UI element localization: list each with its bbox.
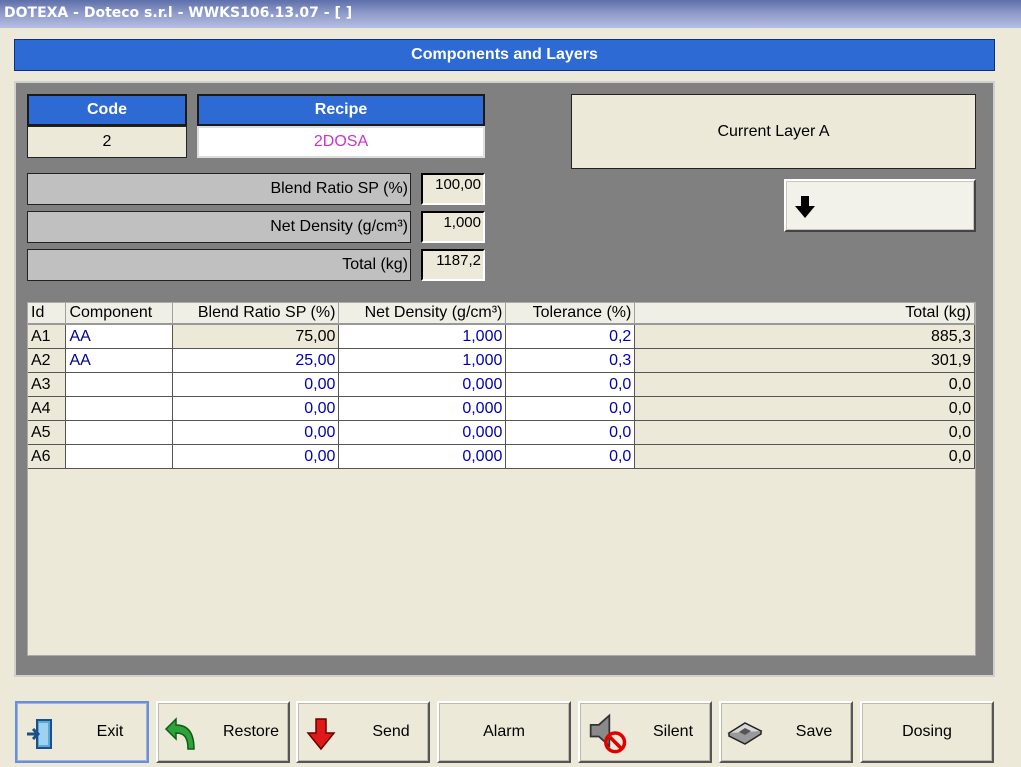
cell-net-density[interactable]: 0,000: [338, 396, 507, 421]
dosing-button[interactable]: Dosing: [860, 701, 994, 763]
total-label: Total (kg): [27, 249, 411, 281]
cell-blend-ratio[interactable]: 0,00: [172, 396, 340, 421]
save-button[interactable]: Save: [719, 701, 853, 763]
cell-tolerance[interactable]: 0,3: [505, 348, 636, 373]
alarm-button[interactable]: Alarm: [437, 701, 571, 763]
silent-label: Silent: [652, 723, 694, 740]
cell-total: 0,0: [634, 444, 975, 469]
cell-component[interactable]: AA: [65, 324, 174, 349]
disk-icon: [727, 722, 763, 745]
table-row[interactable]: A4 0,00 0,000 0,0 0,0: [28, 396, 975, 421]
cell-total: 885,3: [634, 324, 975, 349]
cell-component[interactable]: [65, 444, 174, 469]
blend-ratio-value[interactable]: 100,00: [421, 173, 485, 205]
col-header-total[interactable]: Total (kg): [634, 303, 975, 325]
send-button[interactable]: Send: [296, 701, 430, 763]
cell-id: A6: [28, 444, 67, 469]
cell-component[interactable]: [65, 372, 174, 397]
cell-blend-ratio[interactable]: 75,00: [172, 324, 340, 349]
arrow-down-icon: [795, 196, 815, 218]
cell-component[interactable]: [65, 420, 174, 445]
cell-net-density[interactable]: 1,000: [338, 348, 507, 373]
restore-button[interactable]: Restore: [156, 701, 290, 763]
cell-net-density[interactable]: 0,000: [338, 444, 507, 469]
total-value[interactable]: 1187,2: [421, 249, 485, 281]
cell-id: A2: [28, 348, 67, 373]
cell-tolerance[interactable]: 0,0: [505, 420, 636, 445]
speaker-muted-icon: [589, 713, 627, 754]
code-header: Code: [27, 94, 187, 126]
cell-id: A3: [28, 372, 67, 397]
cell-blend-ratio[interactable]: 0,00: [172, 420, 340, 445]
table-row[interactable]: A1 AA 75,00 1,000 0,2 885,3: [28, 324, 975, 349]
current-layer-display: Current Layer A: [571, 94, 976, 169]
cell-blend-ratio[interactable]: 0,00: [172, 444, 340, 469]
cell-id: A5: [28, 420, 67, 445]
col-header-id[interactable]: Id: [28, 303, 67, 325]
cell-component[interactable]: [65, 396, 174, 421]
table-row[interactable]: A2 AA 25,00 1,000 0,3 301,9: [28, 348, 975, 373]
silent-button[interactable]: Silent: [578, 701, 712, 763]
cell-blend-ratio[interactable]: 0,00: [172, 372, 340, 397]
cell-tolerance[interactable]: 0,0: [505, 372, 636, 397]
exit-door-icon: [27, 719, 52, 749]
exit-button[interactable]: Exit: [15, 701, 149, 763]
restore-label: Restore: [222, 723, 280, 740]
components-grid: Id Component Blend Ratio SP (%) Net Dens…: [27, 302, 976, 656]
save-label: Save: [795, 723, 833, 740]
cell-total: 301,9: [634, 348, 975, 373]
col-header-blend-ratio[interactable]: Blend Ratio SP (%): [172, 303, 340, 325]
send-label: Send: [372, 723, 410, 740]
net-density-value[interactable]: 1,000: [421, 211, 485, 243]
table-row[interactable]: A5 0,00 0,000 0,0 0,0: [28, 420, 975, 445]
cell-total: 0,0: [634, 420, 975, 445]
recipe-header: Recipe: [197, 94, 485, 126]
table-row[interactable]: A3 0,00 0,000 0,0 0,0: [28, 372, 975, 397]
dosing-label: Dosing: [902, 723, 952, 740]
table-row[interactable]: A6 0,00 0,000 0,0 0,0: [28, 444, 975, 469]
col-header-component[interactable]: Component: [65, 303, 174, 325]
cell-component[interactable]: AA: [65, 348, 174, 373]
layer-down-button[interactable]: [784, 179, 976, 232]
cell-tolerance[interactable]: 0,0: [505, 444, 636, 469]
cell-total: 0,0: [634, 372, 975, 397]
net-density-label: Net Density (g/cm³): [27, 211, 411, 243]
recipe-field[interactable]: 2DOSA: [197, 126, 485, 158]
cell-net-density[interactable]: 1,000: [338, 324, 507, 349]
col-header-net-density[interactable]: Net Density (g/cm³): [338, 303, 507, 325]
code-field[interactable]: 2: [27, 126, 187, 158]
alarm-label: Alarm: [483, 723, 525, 740]
page-title: Components and Layers: [14, 39, 995, 71]
blend-ratio-label: Blend Ratio SP (%): [27, 173, 411, 205]
cell-net-density[interactable]: 0,000: [338, 420, 507, 445]
components-table: Id Component Blend Ratio SP (%) Net Dens…: [28, 303, 975, 469]
undo-arrow-icon: [164, 717, 195, 750]
cell-id: A4: [28, 396, 67, 421]
cell-total: 0,0: [634, 396, 975, 421]
col-header-tolerance[interactable]: Tolerance (%): [505, 303, 636, 325]
exit-label: Exit: [96, 723, 124, 740]
cell-id: A1: [28, 324, 67, 349]
cell-blend-ratio[interactable]: 25,00: [172, 348, 340, 373]
cell-net-density[interactable]: 0,000: [338, 372, 507, 397]
cell-tolerance[interactable]: 0,0: [505, 396, 636, 421]
window-title: DOTEXA - Doteco s.r.l - WWKS106.13.07 - …: [0, 0, 1021, 28]
cell-tolerance[interactable]: 0,2: [505, 324, 636, 349]
red-down-arrow-icon: [306, 718, 336, 751]
